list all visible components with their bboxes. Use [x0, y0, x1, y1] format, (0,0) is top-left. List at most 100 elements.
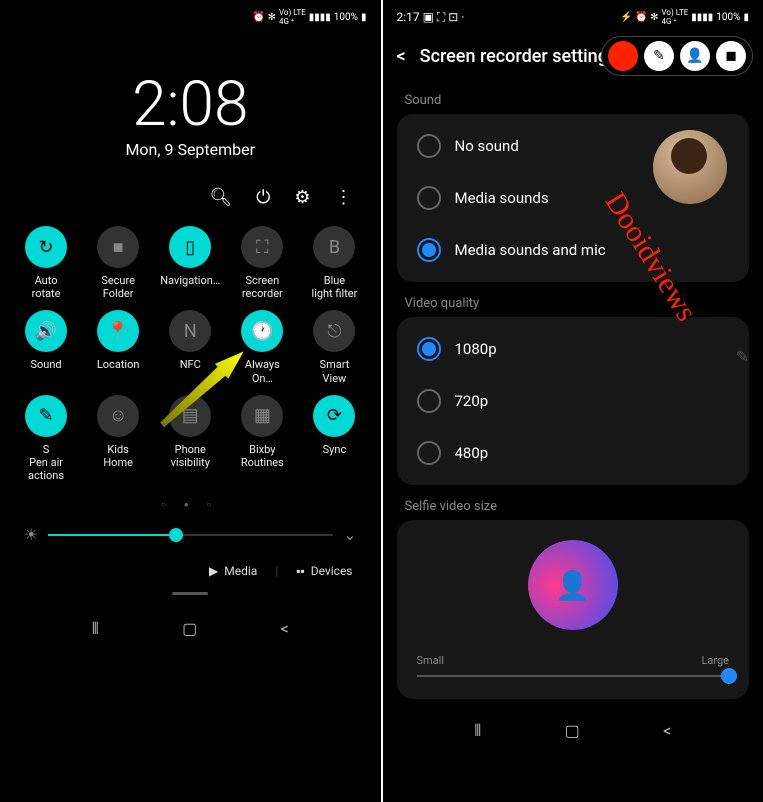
tile-label: Screenrecorder: [242, 274, 283, 300]
page-indicator[interactable]: ○ ● ○: [0, 500, 381, 509]
home-button[interactable]: ▢: [565, 721, 580, 741]
brightness-slider[interactable]: ☀ ⌄: [0, 509, 381, 560]
tile-label: SecureFolder: [101, 274, 135, 300]
radio-icon: [417, 337, 441, 361]
radio-option[interactable]: Media sounds and mic: [397, 224, 750, 276]
stop-button[interactable]: ◼: [716, 41, 746, 71]
tile-icon: ✎: [25, 395, 67, 437]
slider-max-label: Large: [701, 654, 729, 667]
qs-tile[interactable]: ✎ SPen air actions: [10, 395, 82, 483]
qs-tile[interactable]: ⛶ Screenrecorder: [226, 226, 298, 300]
qs-tile[interactable]: ↻ Autorotate: [10, 226, 82, 300]
panel-footer: ▶ Media | ▪▪ Devices: [0, 560, 381, 582]
sound-section-label: Sound: [383, 79, 763, 114]
radio-icon: [417, 238, 441, 262]
recents-button[interactable]: ⦀: [474, 721, 481, 741]
qs-tile[interactable]: B Bluelight filter: [298, 226, 370, 300]
quick-settings-panel: ⏰ ✻ Vo) LTE4G ⁺ ▮▮▮▮ 100% ▮ 2:08 Mon, 9 …: [0, 0, 383, 802]
tile-icon: 📍: [97, 310, 139, 352]
tile-icon: B: [313, 226, 355, 268]
selfie-button[interactable]: 👤: [680, 41, 710, 71]
back-icon[interactable]: <: [397, 46, 406, 67]
page-title: Screen recorder settings: [420, 46, 618, 67]
status-bar: ⏰ ✻ Vo) LTE4G ⁺ ▮▮▮▮ 100% ▮: [0, 0, 381, 34]
radio-icon: [417, 134, 441, 158]
tile-label: SmartView: [320, 358, 350, 384]
tile-icon: N: [169, 310, 211, 352]
tile-icon: ⎋: [313, 310, 355, 352]
draw-button[interactable]: ✎: [644, 41, 674, 71]
slider-min-label: Small: [417, 654, 445, 667]
tile-icon: ☺: [97, 395, 139, 437]
navigation-bar: ⦀ ▢ <: [0, 605, 381, 649]
back-button[interactable]: <: [281, 619, 289, 639]
tile-label: Autorotate: [32, 274, 61, 300]
radio-option[interactable]: 720p: [397, 375, 750, 427]
status-bar: 2:17 ▣ ⛶ ⊡ · ⚡ ⏰ ✻ Vo) LTE4G ⁺ ▮▮▮▮ 100%…: [383, 0, 763, 34]
clock-widget: 2:08 Mon, 9 September: [0, 74, 381, 159]
brightness-icon: ☀: [24, 525, 38, 544]
tile-icon: ↻: [25, 226, 67, 268]
qs-tile[interactable]: ■ SecureFolder: [82, 226, 154, 300]
selfie-camera-overlay[interactable]: [653, 130, 727, 204]
radio-label: 480p: [455, 444, 489, 462]
qs-tile[interactable]: ▯ Navigation…: [154, 226, 226, 300]
tile-label: NFC: [180, 358, 201, 371]
navigation-bar: ⦀ ▢ <: [383, 707, 763, 751]
quality-section-label: Video quality: [383, 282, 763, 317]
quick-settings-grid: ↻ Autorotate ■ SecureFolder ▯ Navigation… ⛶ Scr…: [0, 226, 381, 482]
status-icons: ⏰ ✻ Vo) LTE4G ⁺ ▮▮▮▮ 100% ▮: [253, 8, 367, 26]
radio-label: Media sounds: [455, 189, 549, 207]
tile-label: BixbyRoutines: [241, 443, 284, 469]
drag-handle[interactable]: [172, 592, 208, 595]
date: Mon, 9 September: [0, 140, 381, 159]
quality-card: ✎ 1080p 720p 480p: [397, 317, 750, 485]
tile-label: Bluelight filter: [312, 274, 358, 300]
screen-recorder-settings: 2:17 ▣ ⛶ ⊡ · ⚡ ⏰ ✻ Vo) LTE4G ⁺ ▮▮▮▮ 100%…: [383, 0, 763, 802]
tile-label: Location: [97, 358, 140, 371]
tile-label: Navigation…: [160, 274, 220, 287]
tile-icon: ▯: [169, 226, 211, 268]
home-button[interactable]: ▢: [182, 619, 197, 639]
record-button[interactable]: [608, 41, 638, 71]
tile-icon: ▦: [241, 395, 283, 437]
tile-label: Sync: [323, 443, 347, 456]
qs-tile[interactable]: ⎋ SmartView: [298, 310, 370, 384]
devices-button[interactable]: ▪▪ Devices: [296, 564, 352, 578]
radio-label: Media sounds and mic: [455, 241, 606, 259]
expand-icon[interactable]: ⌄: [343, 525, 356, 544]
edit-icon[interactable]: ✎: [736, 347, 749, 366]
radio-icon: [417, 441, 441, 465]
radio-icon: [417, 186, 441, 210]
radio-label: No sound: [455, 137, 519, 155]
radio-icon: [417, 389, 441, 413]
recents-button[interactable]: ⦀: [92, 619, 99, 639]
more-icon[interactable]: ⋮: [335, 187, 353, 208]
selfie-size-slider[interactable]: [417, 675, 730, 677]
tile-label: Sound: [30, 358, 61, 371]
media-button[interactable]: ▶ Media: [209, 564, 257, 578]
back-button[interactable]: <: [663, 721, 671, 741]
qs-tile[interactable]: ⟳Sync: [298, 395, 370, 483]
tile-label: SPen air actions: [10, 443, 82, 483]
tile-label: Phonevisibility: [171, 443, 210, 469]
tile-label: AlwaysOn…: [245, 358, 280, 384]
tile-icon: ⛶: [241, 226, 283, 268]
radio-label: 1080p: [455, 340, 497, 358]
power-icon[interactable]: ⏻: [256, 187, 270, 208]
tile-icon: ■: [97, 226, 139, 268]
search-icon[interactable]: 🔍︎: [209, 187, 232, 208]
radio-label: 720p: [455, 392, 489, 410]
qs-tile[interactable]: ▦ BixbyRoutines: [226, 395, 298, 483]
tile-icon: 🕐: [241, 310, 283, 352]
recorder-floating-toolbar[interactable]: ✎ 👤 ◼: [601, 36, 753, 76]
radio-option[interactable]: 480p: [397, 427, 750, 479]
qs-tile[interactable]: ☺ KidsHome: [82, 395, 154, 483]
radio-option[interactable]: 1080p: [397, 323, 750, 375]
time: 2:08: [0, 74, 381, 136]
tile-label: KidsHome: [103, 443, 133, 469]
settings-icon[interactable]: ⚙: [294, 187, 310, 208]
qs-tile[interactable]: 🔊Sound: [10, 310, 82, 384]
qs-tile[interactable]: 📍 Location: [82, 310, 154, 384]
panel-toolbar: 🔍︎ ⏻ ⚙ ⋮: [0, 159, 381, 226]
